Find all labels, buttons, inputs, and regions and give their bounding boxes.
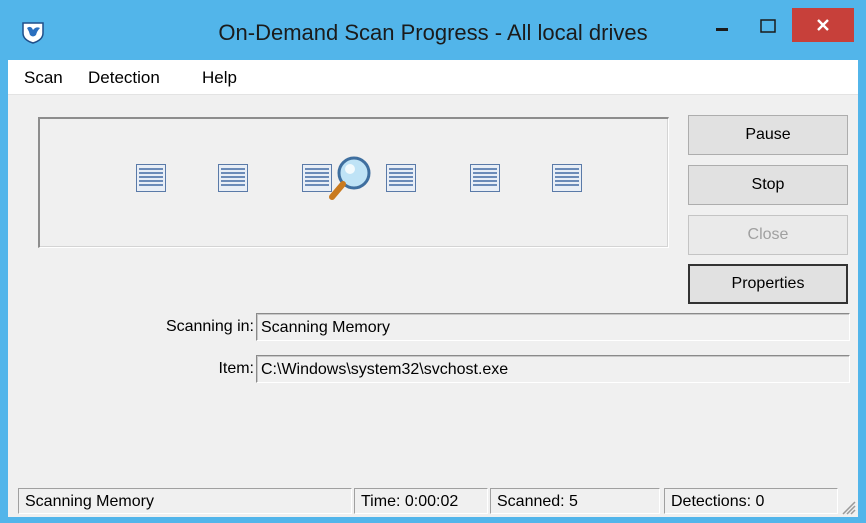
menu-bar: Scan Detection Help <box>8 60 858 95</box>
minimize-icon <box>716 28 728 31</box>
close-icon <box>817 19 829 31</box>
resize-grip-icon[interactable] <box>838 497 856 515</box>
scanning-in-field: Scanning Memory <box>256 313 850 341</box>
scanning-in-label: Scanning in: <box>165 318 254 335</box>
pause-button[interactable]: Pause <box>688 115 848 155</box>
minimize-button[interactable] <box>700 10 744 42</box>
item-field: C:\Windows\system32\svchost.exe <box>256 355 850 383</box>
item-label: Item: <box>218 360 254 377</box>
stop-button[interactable]: Stop <box>688 165 848 205</box>
close-window-button[interactable] <box>792 8 854 42</box>
document-icon <box>386 164 416 192</box>
menu-scan[interactable]: Scan <box>24 68 63 88</box>
window-client: Scan Detection Help Pause Stop Close Pro… <box>8 60 858 517</box>
properties-button[interactable]: Properties <box>688 264 848 304</box>
status-state: Scanning Memory <box>18 488 352 514</box>
close-button[interactable]: Close <box>688 215 848 255</box>
maximize-button[interactable] <box>746 10 790 42</box>
document-icon <box>552 164 582 192</box>
menu-detection[interactable]: Detection <box>88 68 160 88</box>
document-icon <box>136 164 166 192</box>
status-detections: Detections: 0 <box>664 488 838 514</box>
menu-help[interactable]: Help <box>202 68 237 88</box>
title-bar[interactable]: On-Demand Scan Progress - All local driv… <box>0 0 866 60</box>
status-bar: Scanning Memory Time: 0:00:02 Scanned: 5… <box>8 484 858 517</box>
scan-progress-window: On-Demand Scan Progress - All local driv… <box>0 0 866 523</box>
status-scanned: Scanned: 5 <box>490 488 660 514</box>
document-icon <box>470 164 500 192</box>
magnifier-icon <box>329 156 371 200</box>
scan-animation-panel <box>38 117 669 248</box>
document-icon <box>218 164 248 192</box>
maximize-icon <box>760 19 776 33</box>
status-time: Time: 0:00:02 <box>354 488 488 514</box>
